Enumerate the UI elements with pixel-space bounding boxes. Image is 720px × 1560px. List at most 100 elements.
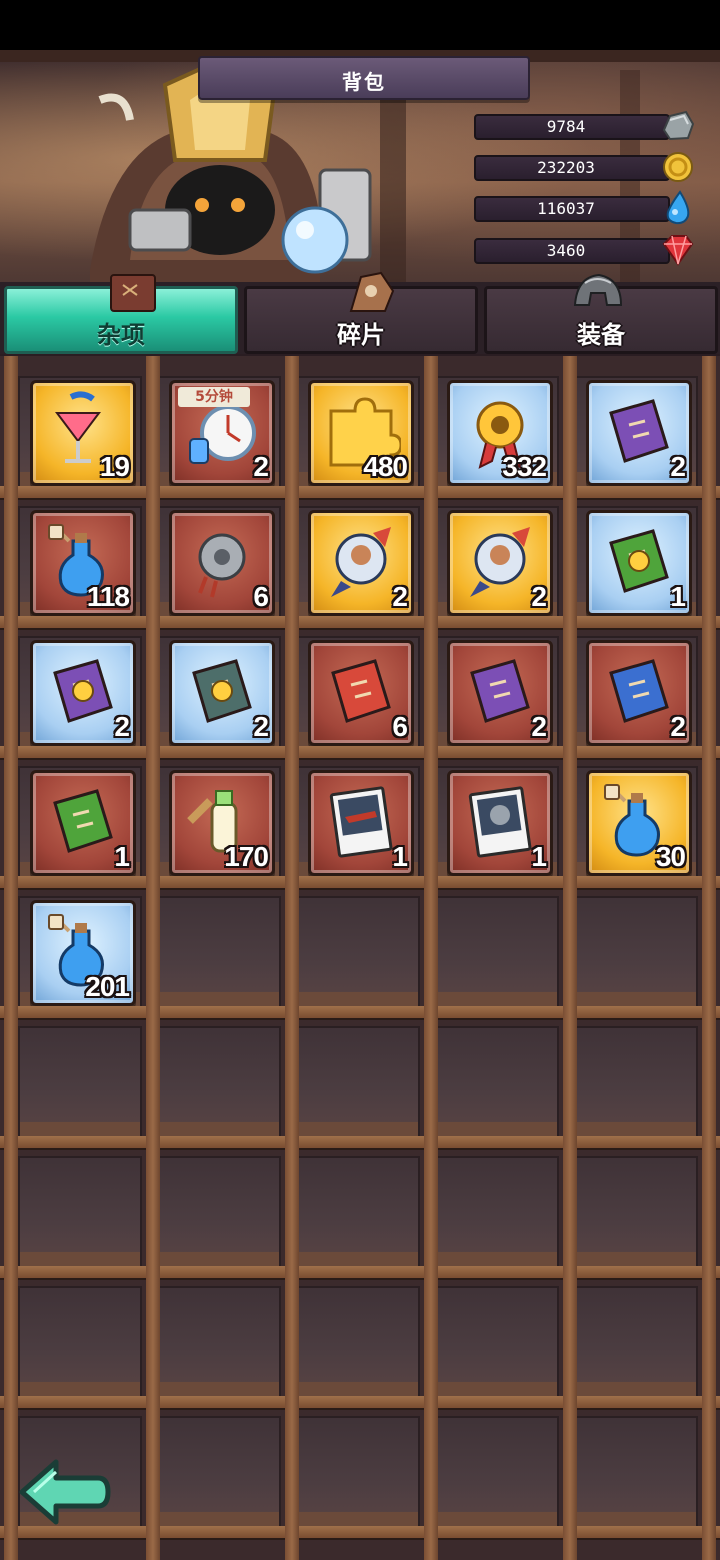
- book-icon: [110, 274, 156, 312]
- inventory-slot[interactable]: 2: [18, 636, 142, 748]
- item-blue-potion-tag[interactable]: 118: [30, 510, 136, 616]
- inventory-slot[interactable]: [157, 1286, 281, 1398]
- shelf-row: 118 6 2 2 1: [0, 494, 720, 624]
- tab-label: 碎片: [337, 321, 385, 349]
- knight-shield-icon: [470, 527, 530, 597]
- item-red-book[interactable]: 6: [308, 640, 414, 746]
- inventory-slot[interactable]: 1: [296, 766, 420, 878]
- item-teal-gear-book[interactable]: 2: [169, 640, 275, 746]
- inventory-slot[interactable]: 2: [157, 636, 281, 748]
- item-knight-shield[interactable]: 2: [308, 510, 414, 616]
- fragment-icon: [349, 271, 395, 312]
- inventory-slot[interactable]: 2: [435, 506, 559, 618]
- inventory-slot[interactable]: 2: [435, 636, 559, 748]
- shelf-post: [563, 356, 577, 1560]
- timer-badge: 5分钟: [178, 387, 250, 407]
- tab-label: 杂项: [97, 321, 145, 349]
- item-quantity: 19: [99, 451, 130, 482]
- inventory-slot[interactable]: 6: [296, 636, 420, 748]
- item-quantity: 2: [670, 711, 686, 742]
- item-puzzle-piece[interactable]: 480: [308, 380, 414, 486]
- inventory-slot[interactable]: 30: [574, 766, 698, 878]
- inventory-slot[interactable]: [435, 1026, 559, 1138]
- inventory-slot[interactable]: [157, 896, 281, 1008]
- inventory-slot[interactable]: 6: [157, 506, 281, 618]
- inventory-slot[interactable]: 19: [18, 376, 142, 488]
- item-cocktail[interactable]: 19: [30, 380, 136, 486]
- item-green-gear-book[interactable]: 1: [586, 510, 692, 616]
- inventory-slot[interactable]: [157, 1416, 281, 1528]
- tab-fragments[interactable]: 碎片: [244, 271, 478, 354]
- inventory-slot[interactable]: [18, 1026, 142, 1138]
- item-milk-bottle[interactable]: 170: [169, 770, 275, 876]
- shelf-post: [146, 356, 160, 1560]
- item-blue-potion-flask[interactable]: 201: [30, 900, 136, 1006]
- inventory-slot[interactable]: 118: [18, 506, 142, 618]
- item-green-book[interactable]: 1: [30, 770, 136, 876]
- item-blue-book[interactable]: 2: [586, 640, 692, 746]
- inventory-slot[interactable]: [18, 1286, 142, 1398]
- inventory-slot[interactable]: [296, 1156, 420, 1268]
- inventory-slot[interactable]: 170: [157, 766, 281, 878]
- item-quantity: 170: [224, 841, 269, 872]
- inventory-slot[interactable]: [574, 1026, 698, 1138]
- shelf-row: 201: [0, 884, 720, 1014]
- resource-pill: 116037: [474, 196, 670, 222]
- inventory-slot[interactable]: [574, 896, 698, 1008]
- inventory-slot[interactable]: 1: [18, 766, 142, 878]
- item-quantity: 1: [392, 841, 408, 872]
- inventory-slot[interactable]: [296, 1026, 420, 1138]
- page-title: 背包: [342, 70, 386, 94]
- item-gear-medal[interactable]: 332: [447, 380, 553, 486]
- inventory-slot[interactable]: [296, 1286, 420, 1398]
- inventory-slot[interactable]: 201: [18, 896, 142, 1008]
- inventory-slot[interactable]: 480: [296, 376, 420, 488]
- tab-misc[interactable]: 杂项: [4, 274, 238, 354]
- inventory-slot[interactable]: [435, 1416, 559, 1528]
- inventory-slot[interactable]: [296, 1416, 420, 1528]
- inventory-slot[interactable]: [574, 1286, 698, 1398]
- item-knight-shield[interactable]: 2: [447, 510, 553, 616]
- item-quantity: 30: [655, 841, 686, 872]
- item-clock-potion[interactable]: 5分钟 2: [169, 380, 275, 486]
- inventory-slot[interactable]: [435, 1156, 559, 1268]
- inventory-slot[interactable]: [574, 1416, 698, 1528]
- item-purple-book[interactable]: 2: [447, 640, 553, 746]
- inventory-slot[interactable]: [574, 1156, 698, 1268]
- resource-value: 116037: [537, 199, 595, 218]
- item-purple-book-upgrade[interactable]: 2: [586, 380, 692, 486]
- item-quantity: 1: [114, 841, 130, 872]
- tab-equipment[interactable]: 装备: [484, 273, 718, 354]
- resource-water: 116037: [474, 190, 696, 225]
- item-quantity: 480: [363, 451, 408, 482]
- inventory-slot[interactable]: [435, 1286, 559, 1398]
- inventory-slot[interactable]: 2: [296, 506, 420, 618]
- inventory-slot[interactable]: [18, 1156, 142, 1268]
- item-quantity: 2: [531, 581, 547, 612]
- purple-book-upgrade-icon: [609, 399, 669, 463]
- inventory-slot[interactable]: 2: [574, 376, 698, 488]
- tab-label: 装备: [577, 321, 625, 349]
- item-photo-card-robot[interactable]: 1: [447, 770, 553, 876]
- category-tabs: 杂项 碎片 装备: [0, 271, 720, 354]
- inventory-slot[interactable]: 2: [574, 636, 698, 748]
- item-gear-shard[interactable]: 6: [169, 510, 275, 616]
- inventory-slot[interactable]: [157, 1156, 281, 1268]
- item-quantity: 2: [253, 711, 269, 742]
- inventory-slot[interactable]: 1: [574, 506, 698, 618]
- item-blue-potion-tag[interactable]: 30: [586, 770, 692, 876]
- resource-gem: 3460: [474, 234, 696, 266]
- inventory-slot[interactable]: 1: [435, 766, 559, 878]
- item-photo-card-gun[interactable]: 1: [308, 770, 414, 876]
- resource-pill: 232203: [474, 155, 670, 181]
- inventory-slot[interactable]: 5分钟 2: [157, 376, 281, 488]
- inventory-slot[interactable]: 332: [435, 376, 559, 488]
- inventory-slot[interactable]: [296, 896, 420, 1008]
- back-arrow-button[interactable]: [16, 1452, 112, 1532]
- shelf-row: 2 2 6 2 2: [0, 624, 720, 754]
- item-quantity: 6: [253, 581, 269, 612]
- inventory-slot[interactable]: [435, 896, 559, 1008]
- photo-card-gun-icon: [329, 786, 393, 858]
- inventory-slot[interactable]: [157, 1026, 281, 1138]
- item-purple-gear-book[interactable]: 2: [30, 640, 136, 746]
